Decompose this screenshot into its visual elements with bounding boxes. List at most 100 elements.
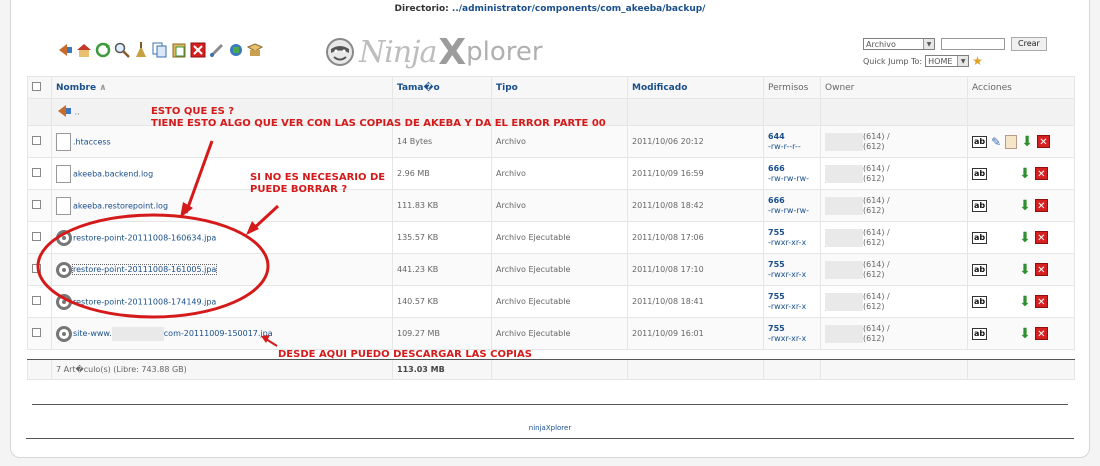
- owner-gid: (612): [863, 333, 885, 343]
- perm-string[interactable]: -rwxr-xr-x: [768, 238, 816, 248]
- copy-icon[interactable]: [152, 42, 168, 58]
- perm-string[interactable]: -rw-rw-rw-: [768, 174, 816, 184]
- download-icon[interactable]: ⬇: [1019, 231, 1031, 245]
- download-icon[interactable]: ⬇: [1021, 135, 1033, 149]
- delete-icon[interactable]: ✕: [1034, 263, 1048, 276]
- permissions-icon[interactable]: [228, 42, 244, 58]
- chevron-down-icon: ▼: [923, 39, 934, 49]
- owner-redacted: [825, 132, 863, 151]
- table-header: Nombre ∧ Tama�o Tipo Modificado Permisos…: [27, 76, 1075, 99]
- perm-string[interactable]: -rw-rw-rw-: [768, 206, 816, 216]
- row-checkbox[interactable]: [32, 136, 41, 145]
- delete-icon[interactable]: [190, 42, 206, 58]
- row-checkbox[interactable]: [32, 264, 41, 273]
- owner-uid: (614) /: [863, 163, 890, 173]
- create-name-input[interactable]: [941, 38, 1005, 50]
- row-checkbox[interactable]: [32, 232, 41, 241]
- edit-text-icon[interactable]: ab: [972, 263, 988, 276]
- col-name[interactable]: Nombre ∧: [51, 76, 393, 99]
- row-checkbox[interactable]: [32, 328, 41, 337]
- row-checkbox[interactable]: [32, 296, 41, 305]
- perm-string[interactable]: -rw-r--r--: [768, 142, 816, 152]
- file-icon: [56, 196, 71, 215]
- star-icon[interactable]: ★: [972, 54, 983, 68]
- download-icon[interactable]: ⬇: [1019, 199, 1031, 213]
- perm-number[interactable]: 755: [768, 228, 816, 238]
- download-icon[interactable]: ⬇: [1019, 295, 1031, 309]
- file-name-link[interactable]: akeeba.backend.log: [73, 169, 153, 178]
- delete-icon[interactable]: ✕: [1034, 295, 1048, 308]
- view-note-icon[interactable]: [1005, 134, 1018, 149]
- perm-number[interactable]: 755: [768, 324, 816, 334]
- directory-path[interactable]: ../administrator/components/com_akeeba/b…: [452, 4, 706, 14]
- paste-icon[interactable]: [171, 42, 187, 58]
- perm-number[interactable]: 666: [768, 164, 816, 174]
- perm-string[interactable]: -rwxr-xr-x: [768, 302, 816, 312]
- perm-string[interactable]: -rwxr-xr-x: [768, 334, 816, 344]
- search-icon[interactable]: [114, 42, 130, 58]
- create-button[interactable]: Crear: [1011, 37, 1047, 51]
- edit-text-icon[interactable]: ab: [972, 231, 988, 244]
- file-size: 140.57 KB: [392, 285, 492, 318]
- home-icon[interactable]: [76, 42, 92, 58]
- download-icon[interactable]: ⬇: [1019, 263, 1031, 277]
- perm-number[interactable]: 666: [768, 196, 816, 206]
- file-name-link[interactable]: .htaccess: [73, 137, 111, 146]
- annotation-question-1: ESTO QUE ES ? TIENE ESTO ALGO QUE VER CON…: [151, 106, 606, 129]
- file-name-link[interactable]: restore-point-20111008-174149.jpa: [73, 297, 216, 306]
- edit-text-icon[interactable]: ab: [972, 327, 988, 340]
- footer-link[interactable]: ninjaXplorer: [0, 424, 1100, 432]
- owner-uid: (614) /: [863, 131, 890, 141]
- divider: [32, 404, 1068, 405]
- row-checkbox[interactable]: [32, 168, 41, 177]
- back-icon[interactable]: [57, 42, 73, 58]
- owner-redacted: [825, 260, 863, 279]
- delete-icon[interactable]: ✕: [1034, 167, 1048, 180]
- file-name-link[interactable]: restore-point-20111008-161005.jpa: [71, 264, 218, 275]
- owner-redacted: [825, 324, 863, 343]
- file-icon: [56, 132, 71, 151]
- table-row: site-www. com-20111009-150017.jpa 109.27 …: [27, 317, 1075, 350]
- edit-text-icon[interactable]: ab: [972, 135, 988, 148]
- edit-text-icon[interactable]: ab: [972, 167, 988, 180]
- edit-text-icon[interactable]: ab: [972, 295, 988, 308]
- file-name-link[interactable]: restore-point-20111008-160634.jpa: [73, 233, 216, 242]
- archive-icon[interactable]: [247, 42, 263, 58]
- file-modified: 2011/10/08 17:06: [627, 221, 764, 254]
- col-actions: Acciones: [967, 76, 1075, 99]
- file-modified: 2011/10/09 16:01: [627, 317, 764, 350]
- perm-number[interactable]: 755: [768, 292, 816, 302]
- delete-icon[interactable]: ✕: [1034, 231, 1048, 244]
- gear-icon: [56, 325, 72, 342]
- owner-uid: (614) /: [863, 227, 890, 237]
- refresh-icon[interactable]: [95, 42, 111, 58]
- owner-redacted: [825, 292, 863, 311]
- delete-icon[interactable]: ✕: [1036, 135, 1050, 148]
- file-name-link[interactable]: site-www. com-20111009-150017.jpa: [73, 326, 273, 341]
- row-checkbox[interactable]: [32, 200, 41, 209]
- col-type[interactable]: Tipo: [491, 76, 628, 99]
- download-icon[interactable]: ⬇: [1019, 167, 1031, 181]
- create-type-value: Archivo: [866, 39, 896, 49]
- spacer-row: [27, 349, 1075, 360]
- edit-pencil-icon[interactable]: ✎: [991, 135, 1001, 149]
- file-size: 14 Bytes: [392, 125, 492, 158]
- edit-text-icon[interactable]: ab: [972, 199, 988, 212]
- delete-icon[interactable]: ✕: [1034, 327, 1048, 340]
- create-type-select[interactable]: Archivo ▼: [863, 38, 935, 50]
- perm-number[interactable]: 755: [768, 260, 816, 270]
- delete-icon[interactable]: ✕: [1034, 199, 1048, 212]
- owner-uid: (614) /: [863, 291, 890, 301]
- perm-number[interactable]: 644: [768, 132, 816, 142]
- table-row: restore-point-20111008-161005.jpa 441.23…: [27, 253, 1075, 286]
- col-size[interactable]: Tama�o: [392, 76, 492, 99]
- file-name-link[interactable]: akeeba.restorepoint.log: [73, 201, 168, 210]
- download-icon[interactable]: ⬇: [1019, 327, 1031, 341]
- quick-jump-select[interactable]: HOME ▼: [925, 55, 970, 67]
- col-modified[interactable]: Modificado: [627, 76, 764, 99]
- clean-icon[interactable]: [133, 42, 149, 58]
- perm-string[interactable]: -rwxr-xr-x: [768, 270, 816, 280]
- directory-label: Directorio:: [394, 4, 449, 14]
- rename-icon[interactable]: [209, 42, 225, 58]
- select-all-checkbox[interactable]: [32, 81, 41, 91]
